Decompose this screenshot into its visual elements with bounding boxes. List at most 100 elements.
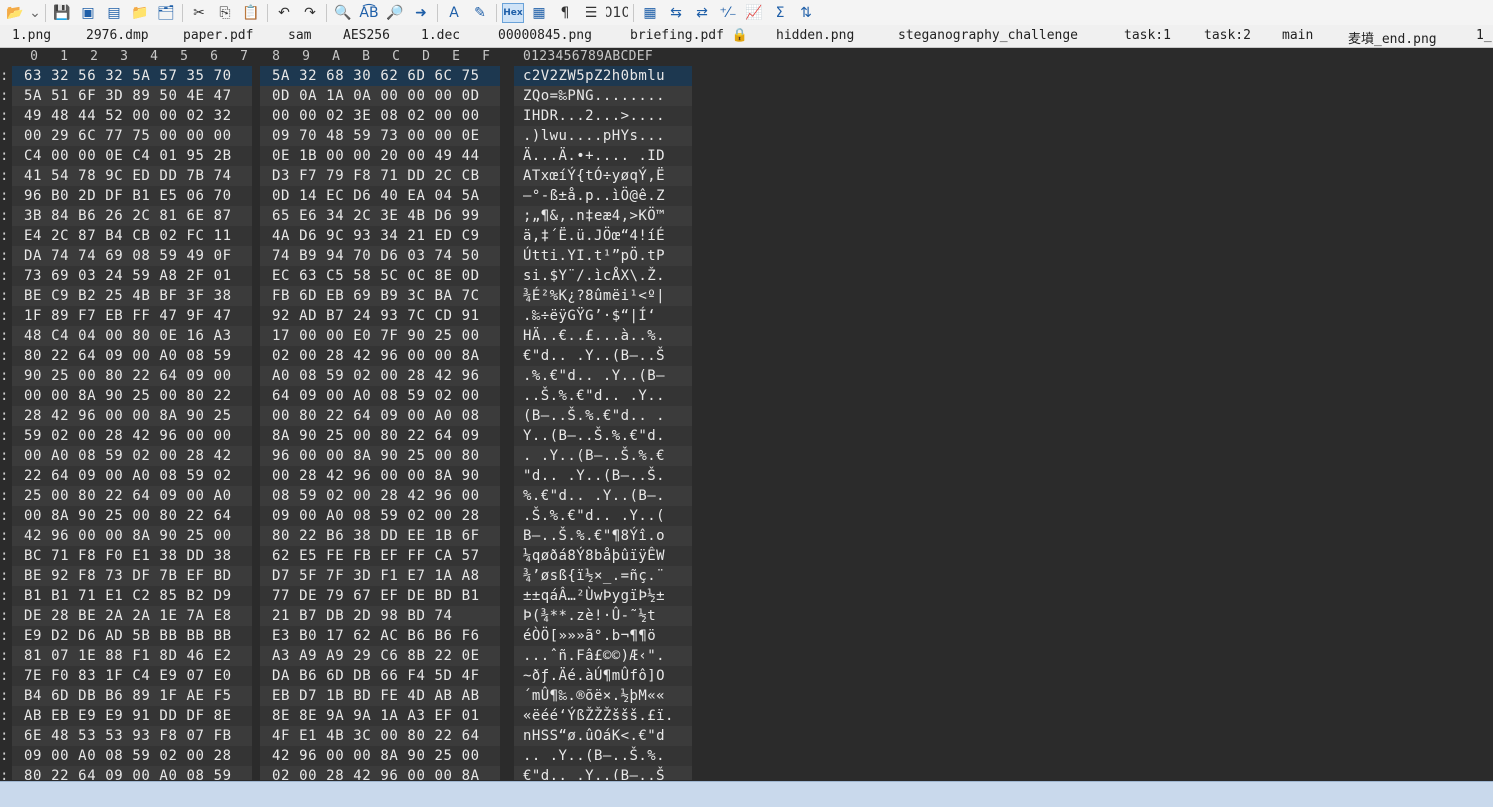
highlight-icon[interactable]: ✎ [469, 3, 491, 23]
hex-row[interactable]: :3B 84 B6 26 2C 81 6E 87 65 E6 34 2C 3E 4… [0, 206, 700, 226]
save-icon[interactable]: 💾 [51, 3, 73, 23]
find-in-files-icon[interactable]: 🔎 [384, 3, 406, 23]
ascii-text[interactable]: ¾É²%K¿?8ûmëi¹<º| [514, 286, 692, 306]
ascii-text[interactable]: ´mÛ¶‰.®õë×.½þM«« [514, 686, 692, 706]
hex-row[interactable]: :81 07 1E 88 F1 8D 46 E2 A3 A9 A9 29 C6 8… [0, 646, 700, 666]
copy-icon[interactable]: ⎘ [214, 3, 236, 23]
compare-icon[interactable]: ⇆ [665, 3, 687, 23]
tab-14[interactable]: 1_ [1476, 28, 1492, 43]
hex-bytes-right[interactable]: 4A D6 9C 93 34 21 ED C9 [260, 226, 500, 246]
hex-bytes-left[interactable]: 96 B0 2D DF B1 E5 06 70 [12, 186, 252, 206]
hex-bytes-right[interactable]: 4F E1 4B 3C 00 80 22 64 [260, 726, 500, 746]
hex-bytes-right[interactable]: 02 00 28 42 96 00 00 8A [260, 346, 500, 366]
hex-bytes-left[interactable]: BE 92 F8 73 DF 7B EF BD [12, 566, 252, 586]
tab-10[interactable]: task:1 [1124, 28, 1171, 43]
hex-bytes-right[interactable]: 0E 1B 00 00 20 00 49 44 [260, 146, 500, 166]
redo-icon[interactable]: ↷ [299, 3, 321, 23]
ascii-text[interactable]: %.€"d.. .Y..(B–. [514, 486, 692, 506]
hex-row[interactable]: :22 64 09 00 A0 08 59 02 00 28 42 96 00 0… [0, 466, 700, 486]
hex-bytes-right[interactable]: 02 00 28 42 96 00 00 8A [260, 766, 500, 780]
hex-row[interactable]: :80 22 64 09 00 A0 08 59 02 00 28 42 96 0… [0, 766, 700, 780]
hex-row[interactable]: : C4 00 00 0E C4 01 95 2B 0E 1B 00 00 20 0… [0, 146, 700, 166]
hex-bytes-left[interactable]: 7E F0 83 1F C4 E9 07 E0 [12, 666, 252, 686]
hex-bytes-right[interactable]: FB 6D EB 69 B9 3C BA 7C [260, 286, 500, 306]
tab-2[interactable]: paper.pdf [183, 28, 253, 43]
hex-bytes-right[interactable]: D7 5F 7F 3D F1 E7 1A A8 [260, 566, 500, 586]
ascii-text[interactable]: €"d.. .Y..(B–..Š [514, 766, 692, 780]
tab-7[interactable]: briefing.pdf 🔒 [630, 28, 748, 43]
dropdown-arrow-icon[interactable]: ⌄ [30, 3, 40, 23]
hex-row[interactable]: : DA 74 74 69 08 59 49 0F 74 B9 94 70 D6 0… [0, 246, 700, 266]
tab-9[interactable]: steganography_challenge [898, 28, 1078, 43]
paste-icon[interactable]: 📋 [240, 3, 262, 23]
hex-bytes-left[interactable]: 80 22 64 09 00 A0 08 59 [12, 766, 252, 780]
hex-row[interactable]: :00 A0 08 59 02 00 28 42 96 00 00 8A 90 2… [0, 446, 700, 466]
hex-bytes-right[interactable]: EC 63 C5 58 5C 0C 8E 0D [260, 266, 500, 286]
hex-bytes-left[interactable]: B1 B1 71 E1 C2 85 B2 D9 [12, 586, 252, 606]
hex-bytes-right[interactable]: 00 00 02 3E 08 02 00 00 [260, 106, 500, 126]
hex-bytes-right[interactable]: 5A 32 68 30 62 6D 6C 75 [260, 66, 500, 86]
tab-6[interactable]: 00000845.png [498, 28, 592, 43]
checksum-icon[interactable]: Σ [769, 3, 791, 23]
ascii-text[interactable]: ATxœíÝ{tÓ÷yøqÝ,Ë [514, 166, 692, 186]
ascii-text[interactable]: ±±qáÂ…²ÙwÞygïÞ½± [514, 586, 692, 606]
binary-icon[interactable]: 010 [606, 3, 628, 23]
hex-bytes-left[interactable]: 28 42 96 00 00 8A 90 25 [12, 406, 252, 426]
hex-bytes-right[interactable]: 09 70 48 59 73 00 00 0E [260, 126, 500, 146]
hex-bytes-right[interactable]: 00 80 22 64 09 00 A0 08 [260, 406, 500, 426]
folder-icon[interactable]: 📁 [129, 3, 151, 23]
ascii-text[interactable]: .Š.%.€"d.. .Y..( [514, 506, 692, 526]
ascii-text[interactable]: ...ˆñ.Fâ£©©)Æ‹". [514, 646, 692, 666]
hex-row[interactable]: :00 8A 90 25 00 80 22 64 09 00 A0 08 59 0… [0, 506, 700, 526]
ascii-text[interactable]: ZQo=‰PNG........ [514, 86, 692, 106]
hex-row[interactable]: : AB EB E9 E9 91 DD DF 8E 8E 8E 9A 9A 1A A… [0, 706, 700, 726]
ascii-text[interactable]: ¾’øsß{ï½×_.=ñç.¨ [514, 566, 692, 586]
hex-bytes-left[interactable]: 6E 48 53 53 93 F8 07 FB [12, 726, 252, 746]
hex-bytes-left[interactable]: 00 A0 08 59 02 00 28 42 [12, 446, 252, 466]
hex-row[interactable]: : BE C9 B2 25 4B BF 3F 38 FB 6D EB 69 B9 3… [0, 286, 700, 306]
ascii-text[interactable]: ä,‡´Ë.ü.JÖœ“4!íÉ [514, 226, 692, 246]
ascii-text[interactable]: nHSS“ø.ûOáK<.€"d [514, 726, 692, 746]
tab-5[interactable]: 1.dec [421, 28, 460, 43]
hex-bytes-right[interactable]: 8E 8E 9A 9A 1A A3 EF 01 [260, 706, 500, 726]
hex-row[interactable]: : B1 B1 71 E1 C2 85 B2 D9 77 DE 79 67 EF D… [0, 586, 700, 606]
ascii-text[interactable]: Þ(¾**.zè!·Û-˜½t [514, 606, 692, 626]
hex-bytes-left[interactable]: B4 6D DB B6 89 1F AE F5 [12, 686, 252, 706]
hex-row[interactable]: : B4 6D DB B6 89 1F AE F5 EB D7 1B BD FE 4… [0, 686, 700, 706]
hex-bytes-left[interactable]: 90 25 00 80 22 64 09 00 [12, 366, 252, 386]
pilcrow-icon[interactable]: ¶ [554, 3, 576, 23]
hex-bytes-left[interactable]: 25 00 80 22 64 09 00 A0 [12, 486, 252, 506]
hex-bytes-right[interactable]: 64 09 00 A0 08 59 02 00 [260, 386, 500, 406]
hex-row[interactable]: :00 29 6C 77 75 00 00 00 09 70 48 59 73 0… [0, 126, 700, 146]
tab-13[interactable]: 麦墳_end.png [1348, 28, 1437, 47]
ascii-text[interactable]: éÒÖ­[»»»ã°.b¬¶¶ö [514, 626, 692, 646]
hex-row[interactable]: : E4 2C 87 B4 CB 02 FC 11 4A D6 9C 93 34 2… [0, 226, 700, 246]
hex-bytes-right[interactable]: E3 B0 17 62 AC B6 B6 F6 [260, 626, 500, 646]
save-all-icon[interactable]: ▣ [77, 3, 99, 23]
tab-11[interactable]: task:2 [1204, 28, 1251, 43]
ascii-text[interactable]: (B–..Š.%.€"d.. . [514, 406, 692, 426]
hex-view[interactable]: :63 32 56 32 5A 57 35 70 5A 32 68 30 62 6… [0, 66, 1493, 780]
hex-row[interactable]: :41 54 78 9C ED DD 7B 74 D3 F7 79 F8 71 D… [0, 166, 700, 186]
hex-bytes-left[interactable]: 41 54 78 9C ED DD 7B 74 [12, 166, 252, 186]
hex-row[interactable]: :7E F0 83 1F C4 E9 07 E0 DA B6 6D DB 66 F… [0, 666, 700, 686]
hex-bytes-right[interactable]: 62 E5 FE FB EF FF CA 57 [260, 546, 500, 566]
hex-bytes-right[interactable]: 17 00 00 E0 7F 90 25 00 [260, 326, 500, 346]
hex-bytes-right[interactable]: 0D 14 EC D6 40 EA 04 5A [260, 186, 500, 206]
ascii-text[interactable]: «ëéé‘ÝßŽŽŽššš.£ï. [514, 706, 692, 726]
base-convert-icon[interactable]: ⇅ [795, 3, 817, 23]
hex-bytes-right[interactable]: DA B6 6D DB 66 F4 5D 4F [260, 666, 500, 686]
column-mode-icon[interactable]: ▦ [528, 3, 550, 23]
hex-bytes-right[interactable]: 80 22 B6 38 DD EE 1B 6F [260, 526, 500, 546]
hex-row[interactable]: :80 22 64 09 00 A0 08 59 02 00 28 42 96 0… [0, 346, 700, 366]
hex-bytes-right[interactable]: 77 DE 79 67 EF DE BD B1 [260, 586, 500, 606]
find-icon[interactable]: 🔍 [332, 3, 354, 23]
hex-row[interactable]: :5A 51 6F 3D 89 50 4E 47 0D 0A 1A 0A 00 0… [0, 86, 700, 106]
open-folder-icon[interactable]: 📂 [4, 3, 26, 23]
hex-row[interactable]: :59 02 00 28 42 96 00 00 8A 90 25 00 80 2… [0, 426, 700, 446]
hex-bytes-left[interactable]: E4 2C 87 B4 CB 02 FC 11 [12, 226, 252, 246]
word-wrap-icon[interactable]: ☰ [580, 3, 602, 23]
hex-row[interactable]: :6E 48 53 53 93 F8 07 FB 4F E1 4B 3C 00 8… [0, 726, 700, 746]
ascii-text[interactable]: Útti.YI.t¹”pÖ.tP [514, 246, 692, 266]
tab-0[interactable]: 1.png [12, 28, 51, 43]
